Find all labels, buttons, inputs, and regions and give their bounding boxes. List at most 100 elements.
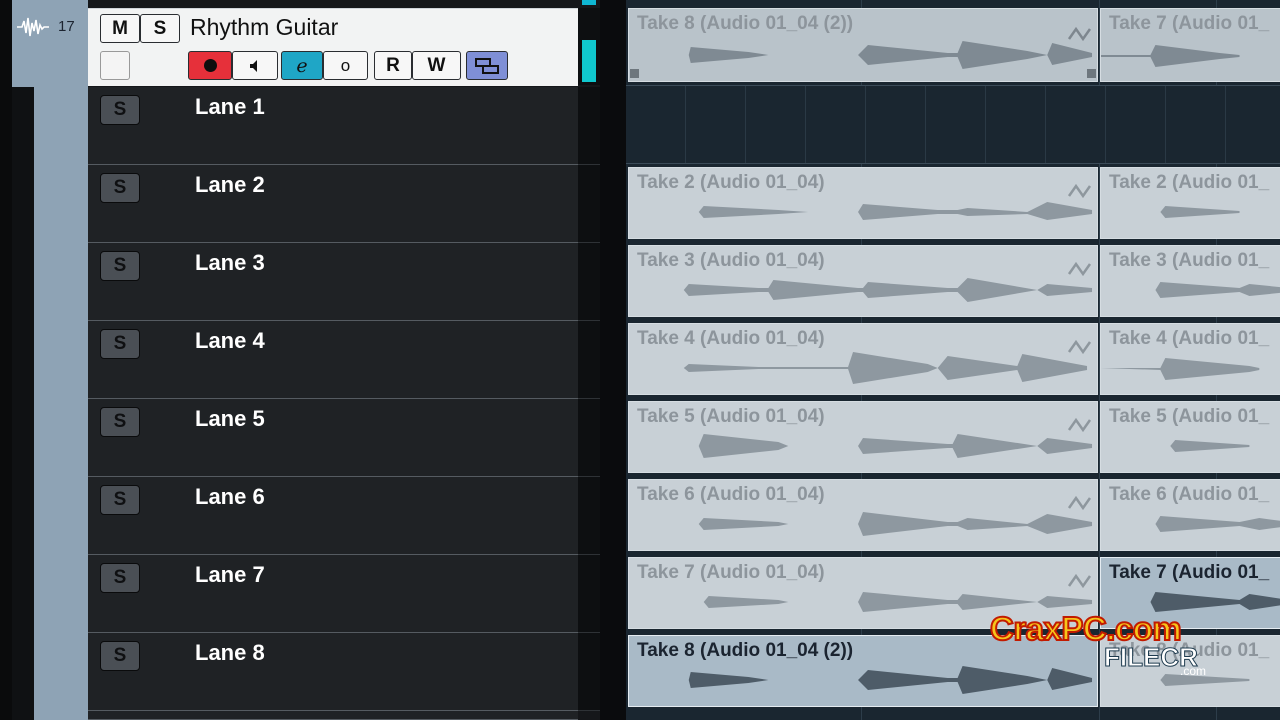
lane-solo-button[interactable]: S	[100, 407, 140, 437]
event-envelope-icon	[1067, 573, 1092, 589]
freeze-button[interactable]: o	[323, 51, 368, 80]
event-envelope-icon	[1067, 495, 1092, 511]
event-title: Take 7 (Audio 01_	[1109, 562, 1270, 583]
waveform	[629, 202, 1093, 220]
lane-meter	[578, 165, 600, 243]
lane-row[interactable]	[88, 633, 578, 711]
event-title: Take 5 (Audio 01_	[1109, 406, 1270, 427]
audio-event[interactable]: Take 5 (Audio 01_04)	[628, 401, 1098, 473]
lane-meter	[578, 243, 600, 321]
lane-row[interactable]	[88, 555, 578, 633]
lane-solo-button[interactable]: S	[100, 485, 140, 515]
event-title: Take 3 (Audio 01_	[1109, 250, 1270, 271]
lane-label: Lane 8	[195, 640, 265, 665]
audio-event[interactable]: Take 4 (Audio 01_04)	[628, 323, 1098, 395]
audio-event[interactable]: Take 3 (Audio 01_04)	[628, 245, 1098, 317]
monitor-button[interactable]	[232, 51, 278, 80]
audio-track-icon	[17, 17, 49, 37]
audio-event[interactable]: Take 7 (Audio 01_	[1100, 8, 1280, 82]
watermark-tld: .com	[1180, 664, 1207, 678]
lane-color-strip	[34, 87, 88, 720]
record-enable-button[interactable]	[188, 51, 232, 80]
waveform	[629, 352, 1088, 384]
meter-peak	[582, 0, 596, 5]
audio-event[interactable]: Take 8 (Audio 01_04 (2))	[628, 8, 1098, 82]
audio-event[interactable]: Take 6 (Audio 01_04)	[628, 479, 1098, 551]
audio-event[interactable]: Take 6 (Audio 01_	[1100, 479, 1280, 551]
event-envelope-icon	[1067, 26, 1092, 42]
lane-solo-button[interactable]: S	[100, 173, 140, 203]
lane-row[interactable]	[88, 321, 578, 399]
lane-label: Lane 6	[195, 484, 265, 509]
event-title: Take 5 (Audio 01_04)	[637, 406, 825, 427]
lane-row[interactable]	[88, 243, 578, 321]
lane-label: Lane 3	[195, 250, 265, 275]
waveform	[629, 434, 1093, 458]
lane-meter	[578, 477, 600, 555]
audio-event[interactable]: Take 4 (Audio 01_	[1100, 323, 1280, 395]
mute-button[interactable]: M	[100, 14, 140, 43]
track-list-edge	[0, 0, 12, 720]
event-title: Take 3 (Audio 01_04)	[637, 250, 825, 271]
lane-label: Lane 1	[195, 94, 265, 119]
event-title: Take 7 (Audio 01_04)	[637, 562, 825, 583]
panel-divider[interactable]	[600, 0, 626, 720]
lane-label: Lane 7	[195, 562, 265, 587]
arrangement-timeline[interactable]: Take 8 (Audio 01_04 (2)) Take 7 (Audio 0…	[626, 0, 1280, 720]
audio-event[interactable]: Take 5 (Audio 01_	[1100, 401, 1280, 473]
audio-event[interactable]: Take 2 (Audio 01_04)	[628, 167, 1098, 239]
lane-row[interactable]	[88, 399, 578, 477]
audio-event[interactable]: Take 3 (Audio 01_	[1100, 245, 1280, 317]
write-automation-button[interactable]: W	[412, 51, 461, 80]
lane-display-button[interactable]	[466, 51, 508, 80]
record-icon	[203, 59, 217, 72]
event-envelope-icon	[1067, 339, 1092, 355]
waveform	[629, 41, 1093, 69]
lane-meter	[578, 399, 600, 477]
waveform	[1101, 45, 1240, 67]
lane-solo-button[interactable]: S	[100, 563, 140, 593]
event-title: Take 4 (Audio 01_	[1109, 328, 1270, 349]
waveform	[1101, 282, 1280, 298]
speaker-icon	[250, 59, 257, 72]
track-number: 17	[58, 18, 75, 35]
event-title: Take 7 (Audio 01_	[1109, 13, 1270, 34]
lane-label: Lane 2	[195, 172, 265, 197]
lane-row[interactable]	[88, 711, 578, 720]
lane-solo-button[interactable]: S	[100, 329, 140, 359]
lane-separator	[626, 163, 1280, 164]
event-title: Take 8 (Audio 01_04 (2))	[637, 13, 854, 34]
event-envelope-icon	[1067, 183, 1092, 199]
lane-label: Lane 5	[195, 406, 265, 431]
audio-event[interactable]: Take 2 (Audio 01_	[1100, 167, 1280, 239]
lane-row[interactable]	[88, 87, 578, 165]
lanes-icon	[475, 57, 499, 74]
lane-meter	[578, 633, 600, 711]
lane-solo-button[interactable]: S	[100, 95, 140, 125]
lane-row[interactable]	[88, 477, 578, 555]
fade-in-handle[interactable]	[630, 69, 639, 78]
fade-out-handle[interactable]	[1087, 69, 1096, 78]
lane-meter	[578, 321, 600, 399]
waveform	[1101, 358, 1260, 380]
event-title: Take 2 (Audio 01_04)	[637, 172, 825, 193]
waveform	[1101, 516, 1280, 532]
event-title: Take 8 (Audio 01_04 (2))	[637, 640, 854, 661]
solo-button[interactable]: S	[140, 14, 180, 43]
lane-label: Lane 4	[195, 328, 265, 353]
lanes-toggle-button[interactable]	[100, 51, 130, 80]
meter-level	[582, 40, 596, 82]
waveform	[1101, 440, 1250, 452]
lane-meter	[578, 87, 600, 165]
track-name[interactable]: Rhythm Guitar	[190, 14, 338, 41]
event-envelope-icon	[1067, 417, 1092, 433]
empty-lane-grid	[626, 85, 1280, 163]
waveform	[1101, 206, 1240, 218]
waveform	[629, 278, 1093, 302]
lane-solo-button[interactable]: S	[100, 251, 140, 281]
lane-solo-button[interactable]: S	[100, 641, 140, 671]
event-title: Take 4 (Audio 01_04)	[637, 328, 825, 349]
edit-instrument-button[interactable]: e	[281, 51, 323, 80]
read-automation-button[interactable]: R	[374, 51, 412, 80]
lane-row[interactable]	[88, 165, 578, 243]
